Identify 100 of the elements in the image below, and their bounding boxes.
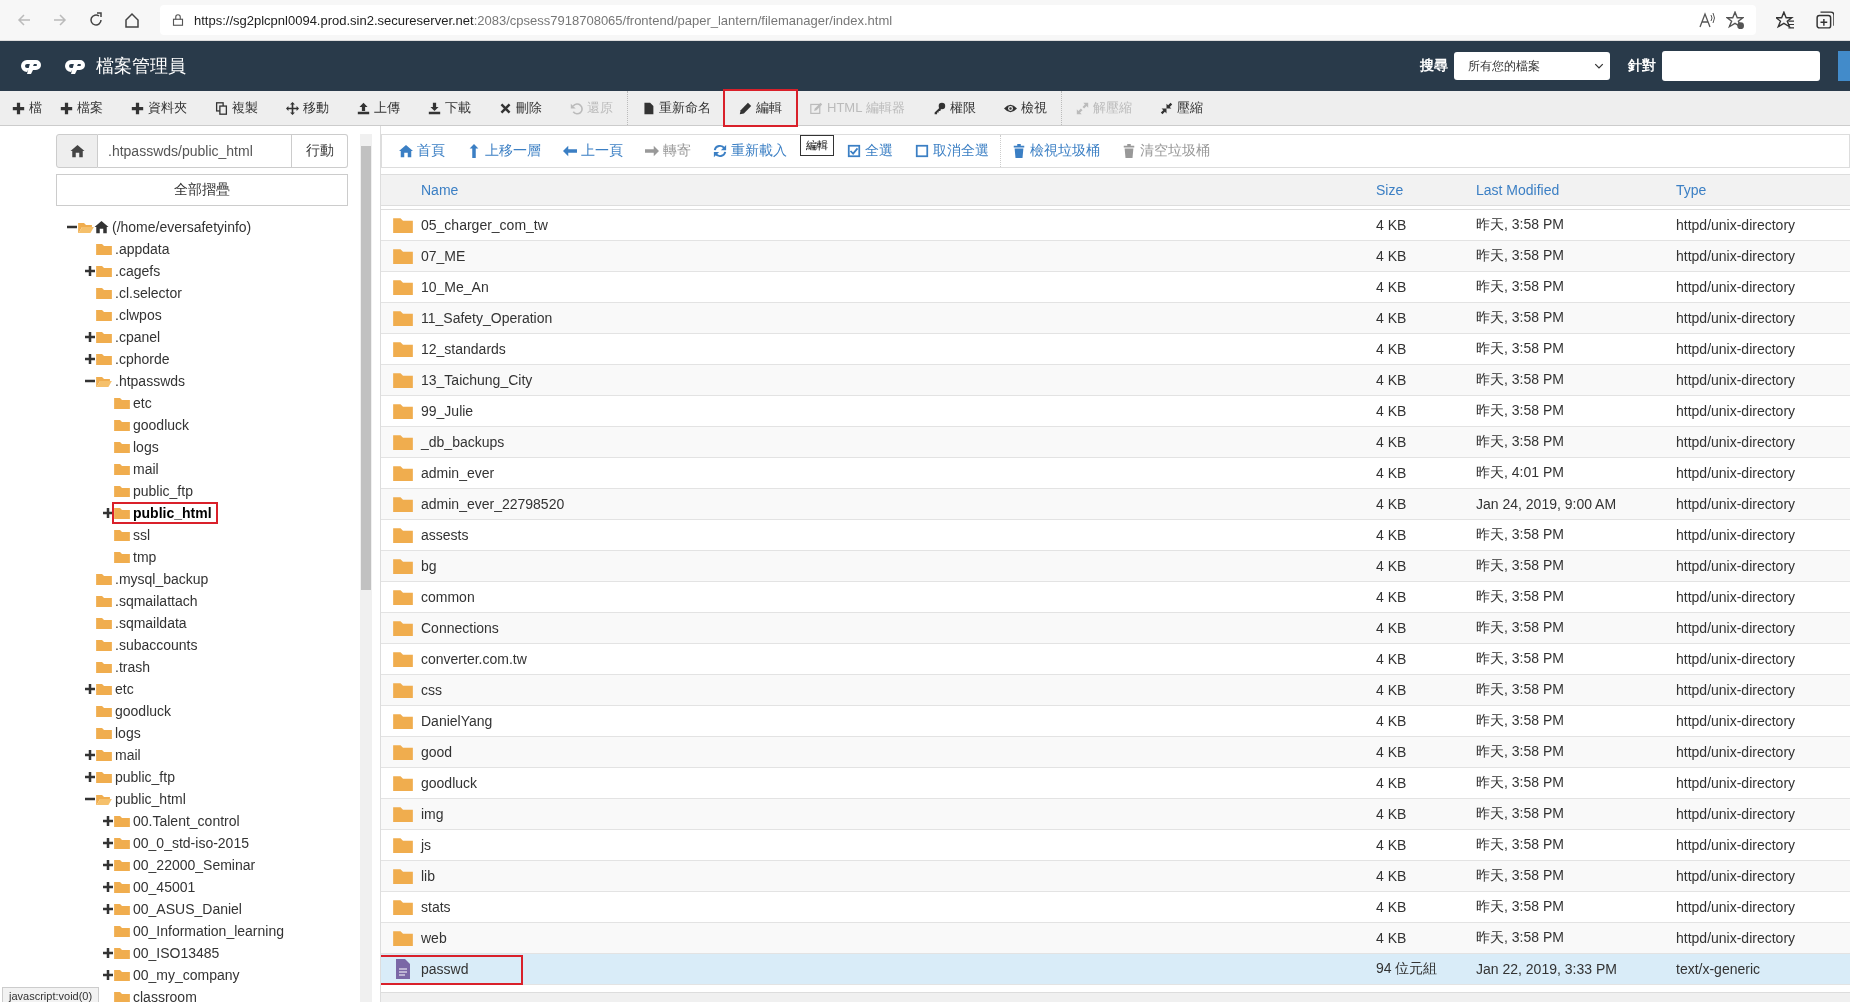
nav-button[interactable]: 重新載入 <box>702 142 798 160</box>
tree-item[interactable]: mail <box>96 746 145 764</box>
file-row[interactable]: good 4 KB 昨天, 3:58 PM httpd/unix-directory <box>381 737 1850 768</box>
tree-item[interactable]: .sqmaildata <box>96 614 191 632</box>
file-size: 4 KB <box>1376 248 1408 264</box>
tree-item[interactable]: .cphorde <box>96 350 174 368</box>
tree-item[interactable]: etc <box>96 680 138 698</box>
path-field[interactable]: .htpasswds/public_html <box>98 134 292 168</box>
tree-item[interactable]: 00_45001 <box>114 878 200 896</box>
file-name: good <box>421 744 453 760</box>
file-row[interactable]: bg 4 KB 昨天, 3:58 PM httpd/unix-directory <box>381 551 1850 582</box>
nav-button[interactable]: 上一頁 <box>552 142 634 160</box>
file-row[interactable]: web 4 KB 昨天, 3:58 PM httpd/unix-directory <box>381 923 1850 954</box>
tree-item[interactable]: .htpasswds <box>96 372 190 390</box>
open-folder-icon <box>96 374 112 388</box>
toolbar-button[interactable]: 下載 <box>414 91 485 125</box>
file-date: 昨天, 3:58 PM <box>1476 216 1565 234</box>
tree-item[interactable]: public_ftp <box>96 768 179 786</box>
toolbar-button[interactable]: 重新命名 <box>627 91 725 125</box>
tree-item[interactable]: (/home/eversafetyinfo) <box>78 218 256 236</box>
tree-item[interactable]: public_html <box>96 790 190 808</box>
scrollbar[interactable] <box>381 992 1850 1002</box>
tree-item[interactable]: 00_ISO13485 <box>114 944 224 962</box>
toolbar-button[interactable]: 壓縮 <box>1145 91 1217 125</box>
toolbar-button[interactable]: 複製 <box>201 91 272 125</box>
tree-item[interactable]: tmp <box>114 548 161 566</box>
tree-item[interactable]: logs <box>114 438 163 456</box>
tree-item[interactable]: classroom <box>114 988 201 1002</box>
tree-item[interactable]: goodluck <box>114 416 194 434</box>
tree-item[interactable]: .appdata <box>96 240 174 258</box>
column-header[interactable]: Type <box>1676 182 1850 198</box>
file-row[interactable]: img 4 KB 昨天, 3:58 PM httpd/unix-directory <box>381 799 1850 830</box>
tree-item[interactable]: .trash <box>96 658 154 676</box>
search-field[interactable] <box>1662 51 1820 81</box>
tree-item[interactable]: .sqmailattach <box>96 592 202 610</box>
tree-item[interactable]: public_html <box>114 504 216 522</box>
column-header[interactable]: Name <box>421 182 1376 198</box>
tree-item[interactable]: ssl <box>114 526 155 544</box>
column-header[interactable]: Size <box>1376 182 1476 198</box>
nav-button[interactable]: 首頁 <box>388 142 456 160</box>
file-row[interactable]: Connections 4 KB 昨天, 3:58 PM httpd/unix-directory <box>381 613 1850 644</box>
file-row[interactable]: lib 4 KB 昨天, 3:58 PM httpd/unix-directory <box>381 861 1850 892</box>
tree-item[interactable]: mail <box>114 460 163 478</box>
tree-item[interactable]: .cagefs <box>96 262 165 280</box>
toolbar-button[interactable]: 移動 <box>272 91 343 125</box>
nav-button[interactable]: 取消全選 <box>904 142 1000 160</box>
toolbar-button[interactable]: 刪除 <box>485 91 556 125</box>
toolbar-button[interactable]: 檔 <box>0 91 46 125</box>
go-button[interactable]: 行動 <box>292 134 348 168</box>
column-header[interactable]: Last Modified <box>1476 182 1676 198</box>
tree-item[interactable]: .cl.selector <box>96 284 186 302</box>
plus-icon <box>103 816 113 826</box>
tree-item[interactable]: logs <box>96 724 145 742</box>
toolbar-button[interactable]: 權限 <box>918 91 990 125</box>
collapse-all-button[interactable]: 全部摺疊 <box>56 174 348 206</box>
nav-button[interactable]: 全選 <box>836 142 904 160</box>
tree-item[interactable]: 00.Talent_control <box>114 812 244 830</box>
tree-item[interactable]: public_ftp <box>114 482 197 500</box>
search-scope-select[interactable]: 所有您的檔案 <box>1454 52 1610 80</box>
tree-item[interactable]: 00_my_company <box>114 966 244 984</box>
file-row[interactable]: admin_ever_22798520 4 KB Jan 24, 2019, 9:00 AM httpd/unix-directory <box>381 489 1850 520</box>
file-row[interactable]: _db_backups 4 KB 昨天, 3:58 PM httpd/unix-directory <box>381 427 1850 458</box>
tree-item[interactable]: .subaccounts <box>96 636 202 654</box>
tree-item[interactable]: goodluck <box>96 702 176 720</box>
folder-icon <box>114 418 130 432</box>
scrollbar[interactable] <box>360 134 372 1002</box>
file-size: 4 KB <box>1376 341 1408 357</box>
tree-item[interactable]: .clwpos <box>96 306 166 324</box>
nav-button[interactable]: 檢視垃圾桶 <box>1000 135 1111 167</box>
file-icon <box>642 101 655 115</box>
tree-item[interactable]: 00_ASUS_Daniel <box>114 900 246 918</box>
tree-item[interactable]: 00_22000_Seminar <box>114 856 260 874</box>
home-button[interactable] <box>56 134 98 168</box>
open-folder-icon <box>96 792 112 806</box>
address-bar[interactable]: https://sg2plcpnl0094.prod.sin2.secureserver.net:2083/cpsess7918708065/frontend/paper_lantern/filemanager/index.html <box>160 5 1756 35</box>
folder-icon <box>393 527 413 543</box>
toolbar-button[interactable]: 檢視 <box>989 91 1061 125</box>
toolbar-button[interactable]: 上傳 <box>343 91 414 125</box>
tree-item[interactable]: .mysql_backup <box>96 570 213 588</box>
toolbar-button[interactable]: 編輯 <box>725 91 796 125</box>
tree-item[interactable]: etc <box>114 394 156 412</box>
folder-icon <box>114 528 130 542</box>
folder-icon <box>393 496 413 512</box>
search-button[interactable] <box>1838 51 1850 81</box>
expand-icon <box>1075 101 1089 115</box>
toolbar-button[interactable]: 資料夾 <box>117 91 201 125</box>
file-date: 昨天, 3:58 PM <box>1476 898 1565 916</box>
tree-item[interactable]: 00_Information_learning <box>114 922 288 940</box>
file-row[interactable]: css 4 KB 昨天, 3:58 PM httpd/unix-directory <box>381 675 1850 706</box>
file-row[interactable]: 11_Safety_Operation 4 KB 昨天, 3:58 PM httpd/unix-directory <box>381 303 1850 334</box>
tree-item[interactable]: 00_0_std-iso-2015 <box>114 834 253 852</box>
nav-button[interactable]: 上移一層 <box>456 142 552 160</box>
file-size: 4 KB <box>1376 558 1408 574</box>
file-row[interactable]: 13_Taichung_City 4 KB 昨天, 3:58 PM httpd/unix-directory <box>381 365 1850 396</box>
read-aloud-icon <box>1698 12 1716 28</box>
file-row[interactable]: passwd 94 位元組 Jan 22, 2019, 3:33 PM text/x-generic <box>381 954 1850 985</box>
folder-icon <box>393 217 413 233</box>
toolbar-button[interactable]: 檔案 <box>46 91 117 125</box>
tree-item[interactable]: .cpanel <box>96 328 165 346</box>
file-row[interactable]: 07_ME 4 KB 昨天, 3:58 PM httpd/unix-directory <box>381 241 1850 272</box>
